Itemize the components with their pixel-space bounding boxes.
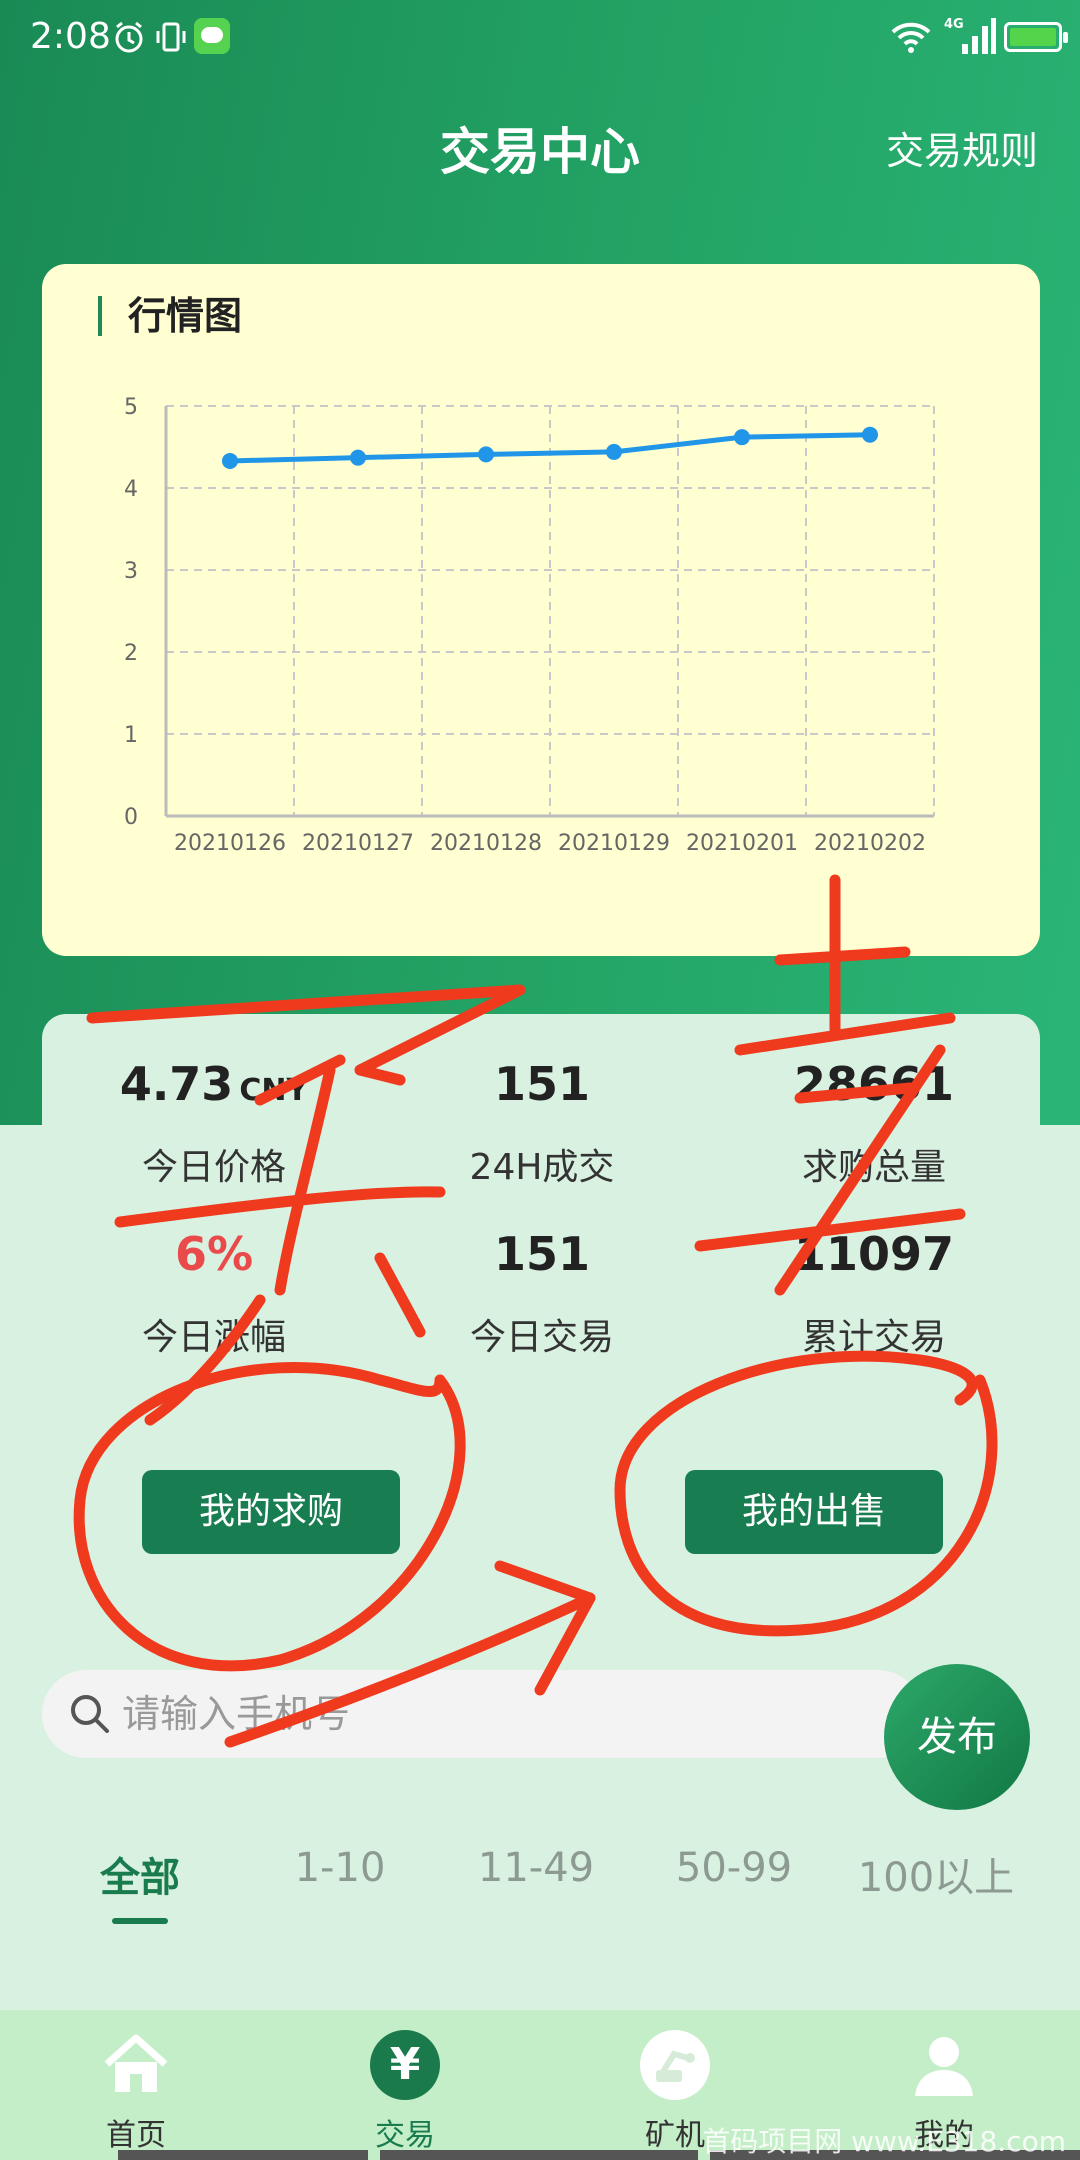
vibrate-icon <box>156 22 186 52</box>
stat-total-buy: 28661 求购总量 <box>704 1054 1044 1190</box>
total-buy-label: 求购总量 <box>801 1147 946 1188</box>
signal-icon: 4G <box>944 17 996 54</box>
yen-icon: ¥ <box>370 2030 440 2100</box>
data-point <box>862 426 878 443</box>
stat-price: 4.73 CNY 今日价格 <box>44 1054 384 1190</box>
tab-11-49[interactable]: 11-49 <box>436 1845 636 1891</box>
network-type: 4G <box>944 17 964 32</box>
price-unit: CNY <box>239 1073 309 1108</box>
phone-search-input[interactable] <box>122 1680 882 1748</box>
price-chart-card: 行情图 0 1 2 3 4 5 20210126 20210127 20210128 202101… <box>42 264 1040 956</box>
search-icon <box>71 1695 109 1733</box>
tab-1-10[interactable]: 1-10 <box>240 1845 440 1891</box>
data-point <box>606 443 622 460</box>
x-tick-label: 20210128 <box>430 831 542 856</box>
market-stats-card: 4.73 CNY 今日价格 151 24H成交 28661 求购总量 6% 今日涨… <box>42 1014 1040 1614</box>
my-sell-orders-button[interactable]: 我的出售 <box>685 1470 943 1554</box>
today-trades-value: 151 <box>493 1227 591 1281</box>
price-label: 今日价格 <box>141 1147 286 1188</box>
bottom-edge-bar <box>118 2150 368 2160</box>
data-point <box>222 452 238 469</box>
stat-volume-24h: 151 24H成交 <box>372 1054 712 1190</box>
stat-change: 6% 今日涨幅 <box>44 1224 384 1360</box>
today-trades-label: 今日交易 <box>469 1317 614 1358</box>
volume-24h-label: 24H成交 <box>469 1147 615 1188</box>
price-value: 4.73 <box>119 1057 234 1111</box>
my-buy-orders-button[interactable]: 我的求购 <box>142 1470 400 1554</box>
change-label: 今日涨幅 <box>141 1317 286 1358</box>
alarm-icon <box>115 21 143 53</box>
watermark: 首码项目网 www.E318.com <box>702 2125 1066 2158</box>
nav-home[interactable]: 首页 <box>36 2010 236 2160</box>
data-point <box>734 429 750 446</box>
cumulative-label: 累计交易 <box>801 1317 946 1358</box>
y-tick-label: 0 <box>124 805 138 830</box>
nav-home-label: 首页 <box>106 2118 166 2153</box>
search-bar[interactable] <box>42 1670 922 1758</box>
trade-rules-link[interactable]: 交易规则 <box>886 120 1038 175</box>
tab-all[interactable]: 全部 <box>40 1845 240 1903</box>
x-tick-label: 20210202 <box>814 831 926 856</box>
home-icon <box>104 2034 168 2092</box>
change-value: 6% <box>174 1227 254 1281</box>
x-tick-label: 20210127 <box>302 831 414 856</box>
status-bar: 2:08 4G <box>0 0 1080 76</box>
bottom-edge-bar <box>380 2150 698 2160</box>
wifi-icon <box>891 22 931 53</box>
tab-100-plus[interactable]: 100以上 <box>836 1845 1036 1903</box>
y-tick-label: 4 <box>124 477 138 502</box>
price-line-chart: 0 1 2 3 4 5 20210126 20210127 20210128 20210129 20… <box>124 395 935 856</box>
x-tick-label: 20210126 <box>174 831 286 856</box>
total-buy-value: 28661 <box>793 1057 955 1111</box>
status-time: 2:08 <box>30 16 111 57</box>
battery-icon <box>1004 22 1068 52</box>
y-tick-label: 2 <box>124 641 138 666</box>
stat-cumulative: 11097 累计交易 <box>704 1224 1044 1360</box>
y-tick-label: 5 <box>124 395 138 420</box>
user-icon <box>915 2037 973 2096</box>
volume-24h-value: 151 <box>493 1057 591 1111</box>
tab-50-99[interactable]: 50-99 <box>634 1845 834 1891</box>
x-tick-label: 20210201 <box>686 831 798 856</box>
nav-trade-label: 交易 <box>375 2118 435 2153</box>
data-point <box>350 449 366 466</box>
message-app-icon <box>194 18 230 54</box>
y-tick-label: 3 <box>124 559 138 584</box>
x-tick-label: 20210129 <box>558 831 670 856</box>
stat-today-trades: 151 今日交易 <box>372 1224 712 1360</box>
mining-machine-icon <box>640 2030 710 2100</box>
active-tab-indicator <box>112 1918 168 1924</box>
publish-button[interactable]: 发布 <box>884 1664 1030 1810</box>
data-point <box>478 446 494 463</box>
y-tick-label: 1 <box>124 723 138 748</box>
cumulative-value: 11097 <box>793 1227 955 1281</box>
nav-trade[interactable]: ¥ 交易 <box>305 2010 505 2160</box>
